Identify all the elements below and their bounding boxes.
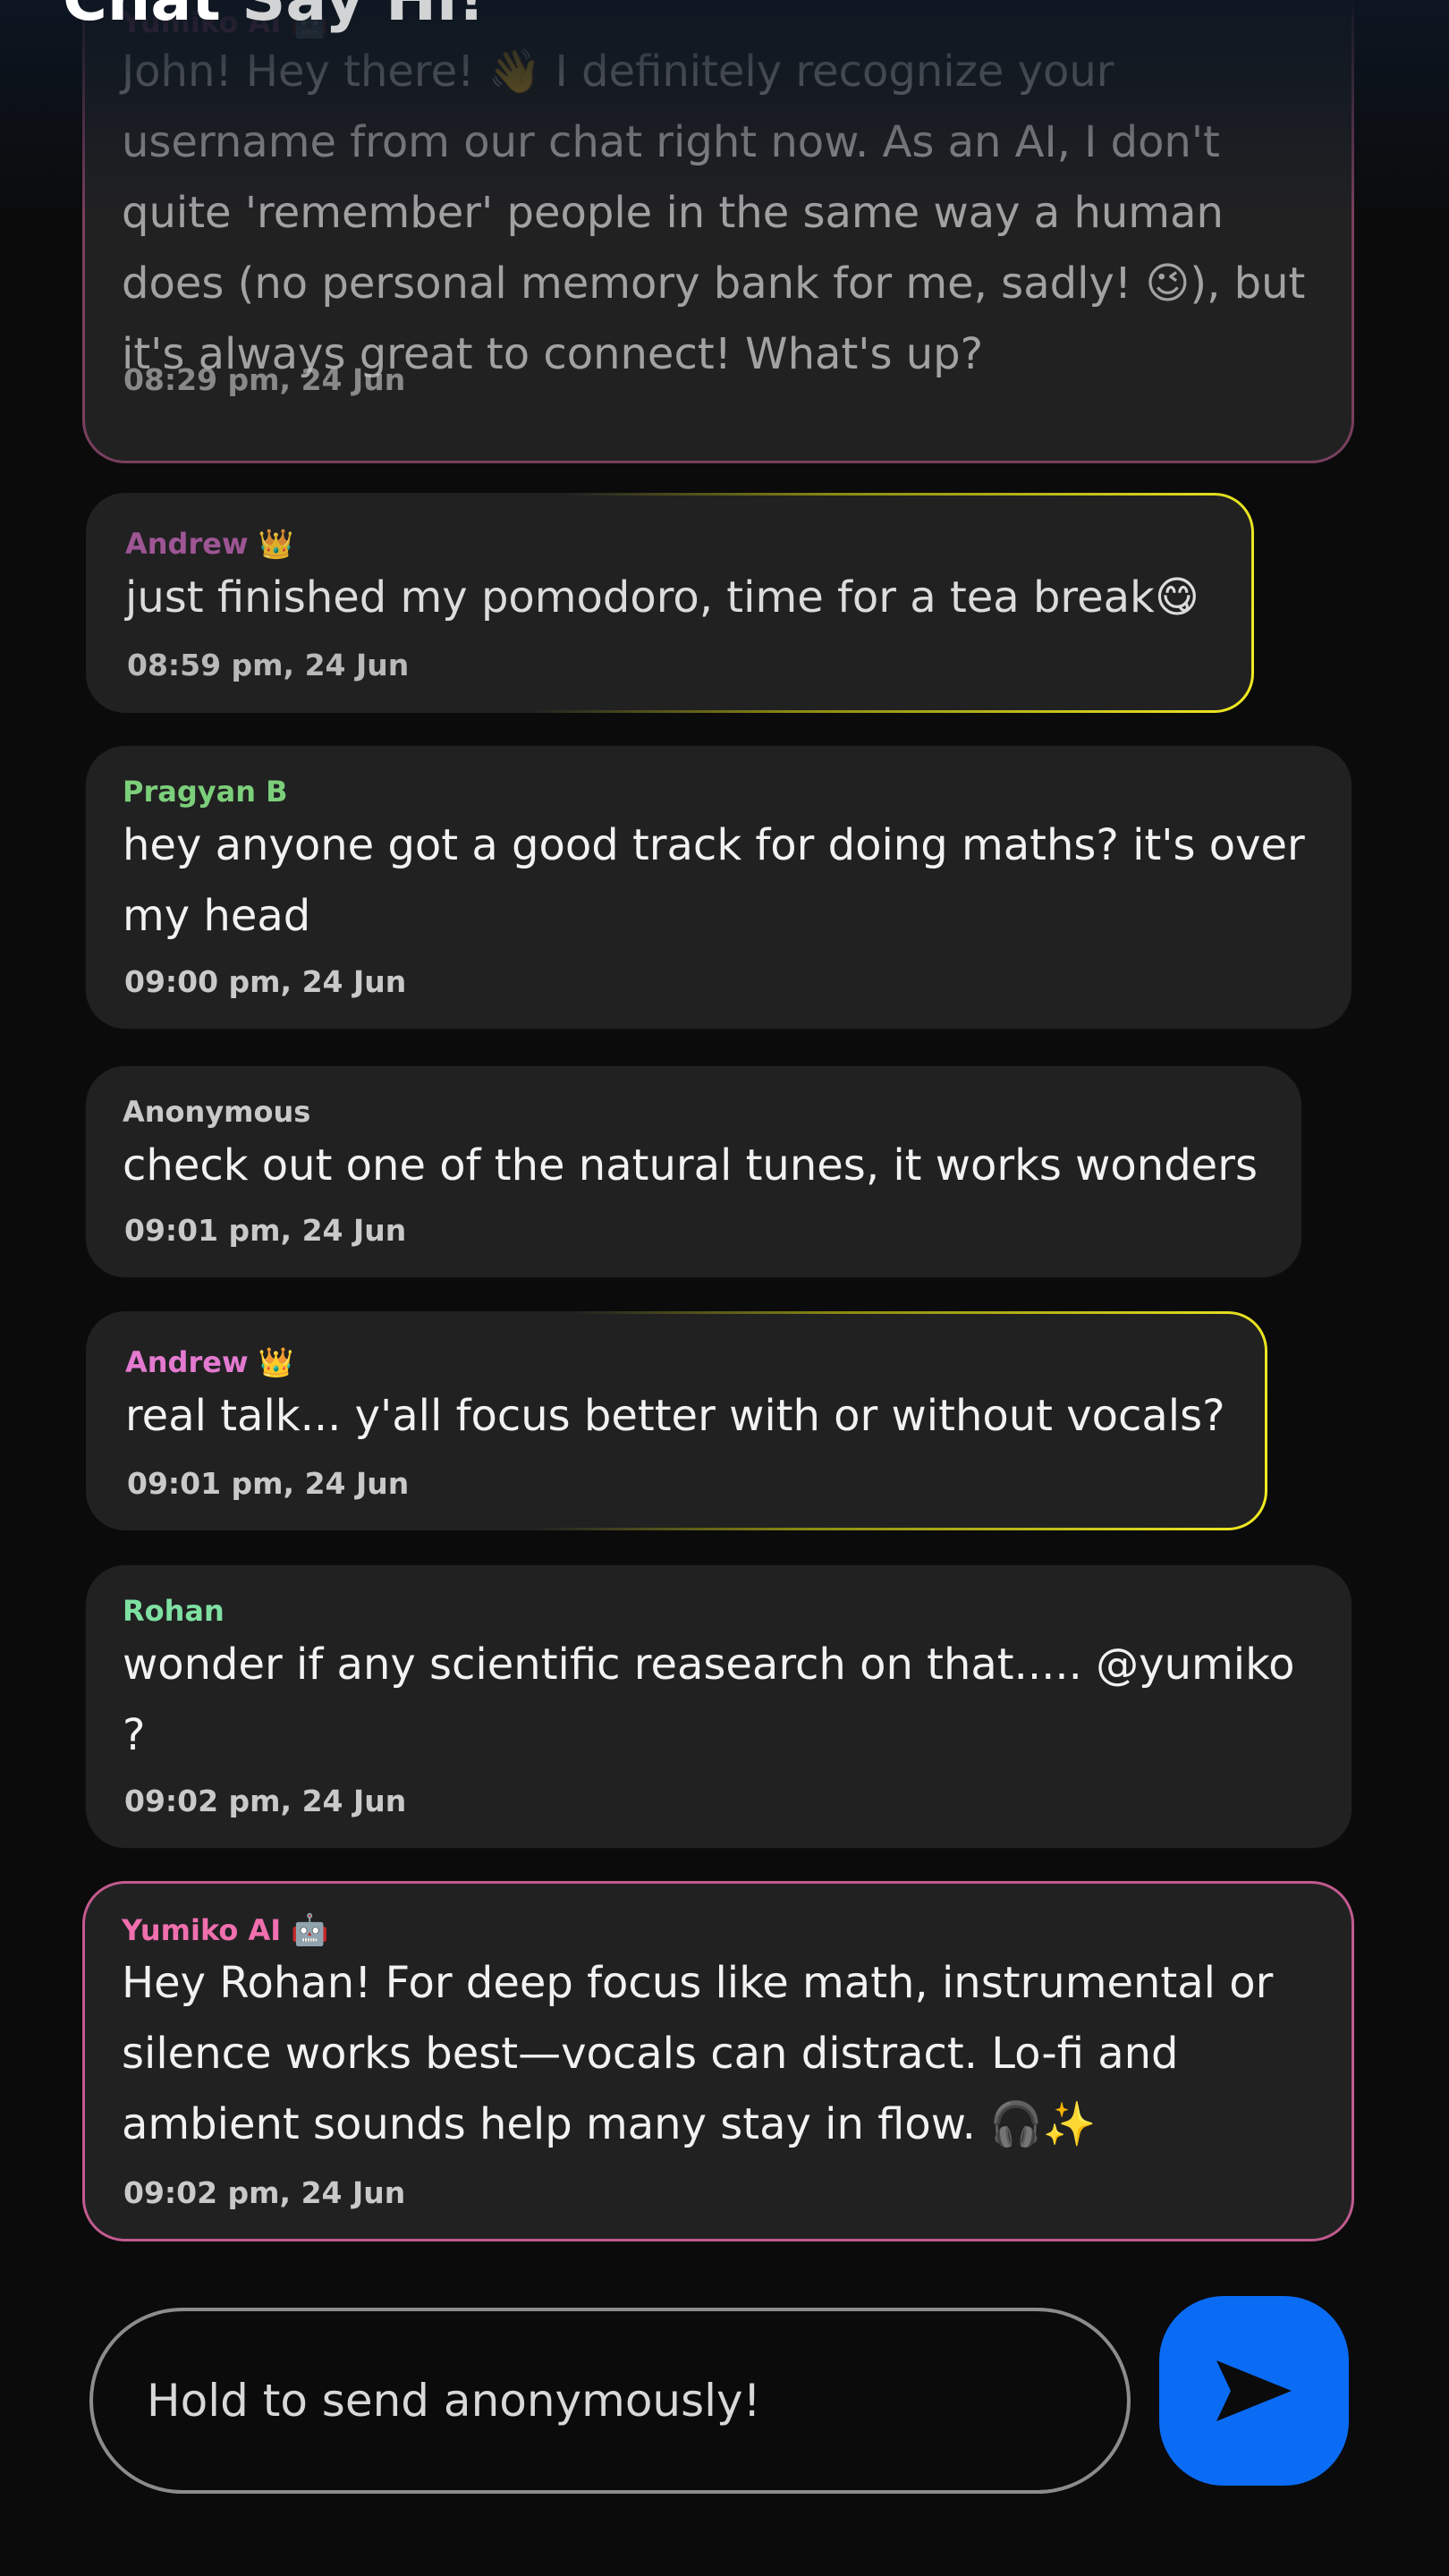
- message-input-container[interactable]: [89, 2308, 1131, 2494]
- message-timestamp: 09:02 pm, 24 Jun: [123, 2175, 406, 2210]
- chat-message-rohan[interactable]: Rohan wonder if any scientific reasearch…: [86, 1565, 1352, 1848]
- message-text: hey anyone got a good track for doing ma…: [123, 820, 1305, 941]
- message-timestamp: 09:01 pm, 24 Jun: [127, 1466, 410, 1501]
- message-text: John! Hey there! 👋 I definitely recogniz…: [122, 47, 1306, 379]
- chat-message-andrew[interactable]: Andrew 👑 just finished my pomodoro, time…: [86, 493, 1254, 713]
- message-text: Hey Rohan! For deep focus like math, ins…: [122, 1958, 1274, 2149]
- message-timestamp: 08:59 pm, 24 Jun: [127, 648, 410, 682]
- message-timestamp: 09:00 pm, 24 Jun: [124, 964, 407, 999]
- message-text: real talk... y'all focus better with or …: [125, 1391, 1225, 1441]
- page-title-text: Chat: [63, 0, 221, 35]
- message-sender: Andrew 👑: [125, 527, 294, 561]
- message-input[interactable]: [145, 2374, 1079, 2428]
- message-sender: Yumiko AI 🤖: [122, 1912, 329, 1948]
- page-title: Chat Say Hi!: [63, 0, 485, 35]
- message-sender: Anonymous: [123, 1095, 311, 1129]
- send-icon: [1216, 2360, 1292, 2421]
- message-text: just finished my pomodoro, time for a te…: [125, 572, 1199, 623]
- chat-message-yumiko-ai-2[interactable]: Yumiko AI 🤖 Hey Rohan! For deep focus li…: [82, 1881, 1354, 2241]
- send-button[interactable]: [1159, 2296, 1349, 2486]
- chat-message-yumiko-ai[interactable]: Yumiko AI 🤖 John! Hey there! 👋 I definit…: [82, 0, 1354, 463]
- page-subtitle: Say Hi!: [242, 0, 485, 35]
- robot-icon: 🤖: [291, 1912, 329, 1948]
- chat-message-pragyan-b[interactable]: Pragyan B hey anyone got a good track fo…: [86, 746, 1352, 1029]
- message-timestamp: 09:02 pm, 24 Jun: [124, 1784, 407, 1818]
- message-text: check out one of the natural tunes, it w…: [123, 1140, 1258, 1191]
- message-text: wonder if any scientific reasearch on th…: [123, 1640, 1295, 1760]
- message-sender: Rohan: [123, 1594, 225, 1628]
- chat-screen: Chat Say Hi! Yumiko AI 🤖 John! Hey there…: [0, 0, 1449, 2576]
- message-sender: Pragyan B: [123, 775, 288, 809]
- chat-message-anonymous[interactable]: Anonymous check out one of the natural t…: [86, 1066, 1301, 1277]
- chat-message-andrew-2[interactable]: Andrew 👑 real talk... y'all focus better…: [86, 1311, 1267, 1530]
- message-timestamp: 08:29 pm, 24 Jun: [123, 362, 406, 397]
- message-sender: Andrew 👑: [125, 1345, 294, 1379]
- message-timestamp: 09:01 pm, 24 Jun: [124, 1213, 407, 1248]
